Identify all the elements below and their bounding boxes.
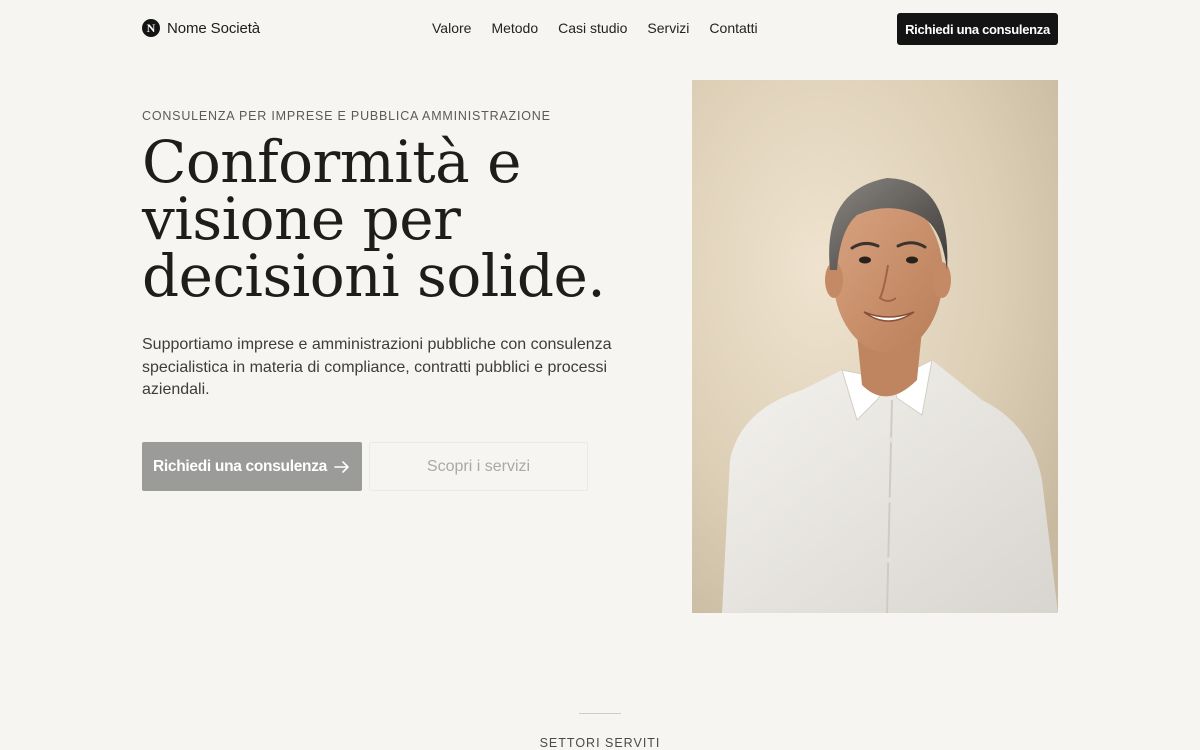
hero-description: Supportiamo imprese e amministrazioni pu… [142,336,612,398]
nav-link-casi-studio[interactable]: Casi studio [558,20,627,36]
site-header: N Nome Società Valore Metodo Casi studio… [0,0,1200,58]
main-nav: Valore Metodo Casi studio Servizi Contat… [432,20,758,36]
nav-link-servizi[interactable]: Servizi [647,20,689,36]
landing-page: N Nome Società Valore Metodo Casi studio… [0,0,1200,750]
nav-link-metodo[interactable]: Metodo [491,20,538,36]
brand-logo-icon: N [142,19,160,37]
header-consultation-button[interactable]: Richiedi una consulenza [897,13,1058,45]
nav-link-contatti[interactable]: Contatti [709,20,757,36]
hero-portrait-image [692,80,1058,613]
hero-headline-line-3: decisioni solide. [142,242,606,310]
nav-link-valore[interactable]: Valore [432,20,471,36]
brand-name: Nome Società [167,19,261,37]
brand[interactable]: N Nome Società [142,19,260,37]
hero-headline: Conformità e visione per decisioni solid… [142,133,662,305]
hero-consultation-button-label: Richiedi una consulenza [153,457,327,475]
hero-consultation-button[interactable]: Richiedi una consulenza [142,442,362,491]
arrow-right-icon [334,459,350,475]
sectors-heading: SETTORI SERVITI [539,736,661,750]
hero-eyebrow: CONSULENZA PER IMPRESE E PUBBLICA AMMINI… [142,109,551,123]
section-divider [579,713,621,714]
discover-services-button[interactable]: Scopri i servizi [369,442,588,491]
